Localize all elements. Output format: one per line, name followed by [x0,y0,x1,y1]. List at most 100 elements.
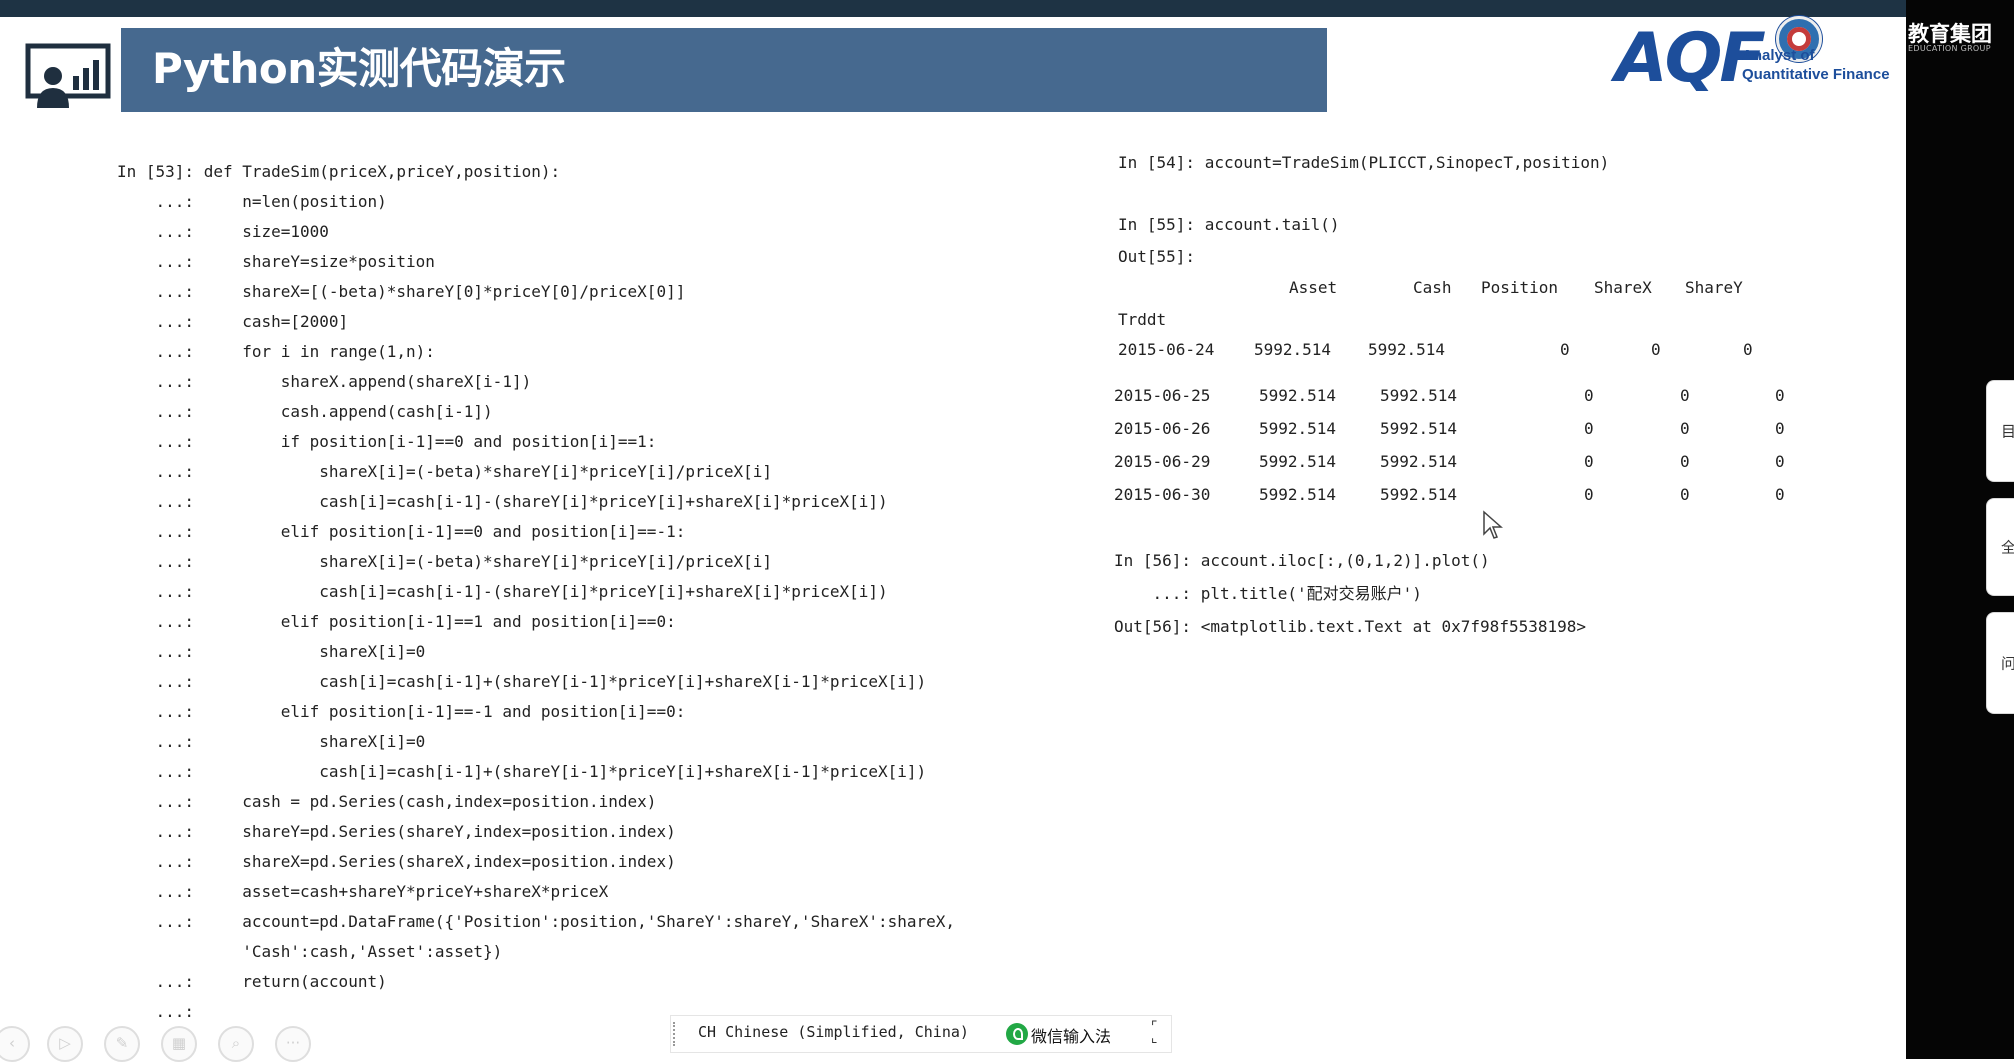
code-line: ...: elif position[i-1]==-1 and position… [117,702,686,721]
code-line: ...: cash.append(cash[i-1]) [117,402,493,421]
slides-button[interactable]: ▦ [161,1026,197,1062]
ime-toolbar[interactable]: CH Chinese (Simplified, China) 微信输入法 ⌜ ⌞ [670,1015,1172,1053]
code-line: ...: shareY=pd.Series(shareY,index=posit… [117,822,676,841]
logo-subtitle-line2: Quantitative Finance [1742,66,1890,83]
side-tab-label: 全 [2001,538,2014,557]
index-name: Trddt [1118,310,1167,329]
row-cell: 0 [1560,340,1570,359]
code-line: ...: elif position[i-1]==1 and position[… [117,612,676,631]
back-icon: ‹ [9,1034,15,1052]
logo-subtitle-line1: Analyst of [1742,47,1815,64]
mouse-cursor-icon [1483,510,1503,539]
row-date: 2015-06-24 [1118,340,1215,359]
row-cell: 0 [1775,386,1785,405]
code-line: ...: account=pd.DataFrame({'Position':po… [117,912,956,931]
row-cell: 0 [1651,340,1661,359]
code-line: ...: cash=[2000] [117,312,349,331]
row-cell: 0 [1743,340,1753,359]
side-tab-label: 目 [2001,422,2014,441]
code-line: ...: return(account) [117,972,387,991]
ime-language[interactable]: CH Chinese (Simplified, China) [698,1023,969,1041]
row-cell: 0 [1584,452,1594,471]
code-line: ...: n=len(position) [117,192,387,211]
code-line: ...: shareX[i]=(-beta)*shareY[i]*priceY[… [117,552,773,571]
row-cell: 5992.514 [1259,452,1337,471]
page-title: Python实测代码演示 [152,44,566,93]
row-cell: 5992.514 [1259,485,1337,504]
column-header: Position [1481,278,1559,297]
code-line: In [53]: def TradeSim(priceX,priceY,posi… [117,162,561,181]
aqf-logo: AQF [1615,19,1766,98]
code-line: ...: cash[i]=cash[i-1]-(shareY[i]*priceY… [117,582,888,601]
code-line: ...: cash = pd.Series(cash,index=positio… [117,792,657,811]
wechat-ime-icon[interactable] [1006,1023,1028,1045]
row-cell: 5992.514 [1368,340,1446,359]
code-line: ...: for i in range(1,n): [117,342,435,361]
edu-group-sublabel: EDUCATION GROUP [1908,44,1991,53]
code-line: ...: shareX=pd.Series(shareX,index=posit… [117,852,676,871]
column-header: Asset [1289,278,1338,297]
code-line-in56-cont: ...: plt.title('配对交易账户') [1114,584,1422,603]
code-line: ...: elif position[i-1]==0 and position[… [117,522,686,541]
play-icon: ▷ [59,1034,71,1052]
slides-icon: ▦ [171,1034,187,1052]
code-line: ...: cash[i]=cash[i-1]-(shareY[i]*priceY… [117,492,888,511]
ime-expand-icon[interactable]: ⌜ ⌞ [1151,1020,1161,1045]
code-line: ...: [117,1002,195,1021]
row-cell: 0 [1775,485,1785,504]
code-line: ...: size=1000 [117,222,329,241]
side-tab-all[interactable]: 全 [1986,498,2014,596]
code-line: ...: cash[i]=cash[i-1]+(shareY[i-1]*pric… [117,762,927,781]
row-cell: 0 [1775,452,1785,471]
row-cell: 0 [1680,386,1690,405]
row-cell: 5992.514 [1380,452,1458,471]
row-cell: 0 [1680,419,1690,438]
row-cell: 0 [1680,452,1690,471]
code-line: ...: shareX[i]=0 [117,642,426,661]
more-button[interactable]: ··· [275,1026,311,1062]
top-bar [0,0,1906,17]
row-date: 2015-06-29 [1114,452,1211,471]
side-tab-catalog[interactable]: 目 [1986,380,2014,482]
side-tab-question[interactable]: 问 [1986,612,2014,714]
code-line: 'Cash':cash,'Asset':asset}) [117,942,503,961]
row-cell: 5992.514 [1254,340,1332,359]
row-date: 2015-06-25 [1114,386,1211,405]
row-cell: 0 [1584,419,1594,438]
row-date: 2015-06-30 [1114,485,1211,504]
code-line-in55: In [55]: account.tail() [1118,215,1340,234]
code-line: ...: shareX[i]=0 [117,732,426,751]
more-icon: ··· [285,1034,301,1052]
row-cell: 0 [1680,485,1690,504]
code-line: ...: cash[i]=cash[i-1]+(shareY[i-1]*pric… [117,672,927,691]
pen-button[interactable]: ✎ [104,1026,140,1062]
code-line: ...: if position[i-1]==0 and position[i]… [117,432,657,451]
play-button[interactable]: ▷ [47,1026,83,1062]
back-button[interactable]: ‹ [0,1026,30,1062]
zoom-button[interactable]: ⌕ [218,1026,254,1062]
ime-name[interactable]: 微信输入法 [1031,1023,1111,1047]
presenter-chart-icon [25,43,111,108]
column-header: ShareY [1685,278,1743,297]
row-date: 2015-06-26 [1114,419,1211,438]
code-line: ...: shareX[i]=(-beta)*shareY[i]*priceY[… [117,462,773,481]
row-cell: 5992.514 [1380,419,1458,438]
row-cell: 5992.514 [1380,485,1458,504]
row-cell: 5992.514 [1259,419,1337,438]
zoom-icon: ⌕ [231,1034,241,1052]
row-cell: 0 [1775,419,1785,438]
code-line: ...: shareY=size*position [117,252,435,271]
title-bar: Python实测代码演示 [121,28,1327,112]
column-header: ShareX [1594,278,1652,297]
column-header: Cash [1413,278,1452,297]
row-cell: 0 [1584,485,1594,504]
row-cell: 5992.514 [1380,386,1458,405]
code-line-out56: Out[56]: <matplotlib.text.Text at 0x7f98… [1114,617,1587,636]
row-cell: 5992.514 [1259,386,1337,405]
code-line-in54: In [54]: account=TradeSim(PLICCT,Sinopec… [1118,153,1610,172]
code-line: ...: shareX.append(shareX[i-1]) [117,372,532,391]
code-line-out55: Out[55]: [1118,247,1196,266]
code-line-in56: In [56]: account.iloc[:,(0,1,2)].plot() [1114,551,1490,570]
ime-drag-handle[interactable] [673,1022,676,1046]
row-cell: 0 [1584,386,1594,405]
